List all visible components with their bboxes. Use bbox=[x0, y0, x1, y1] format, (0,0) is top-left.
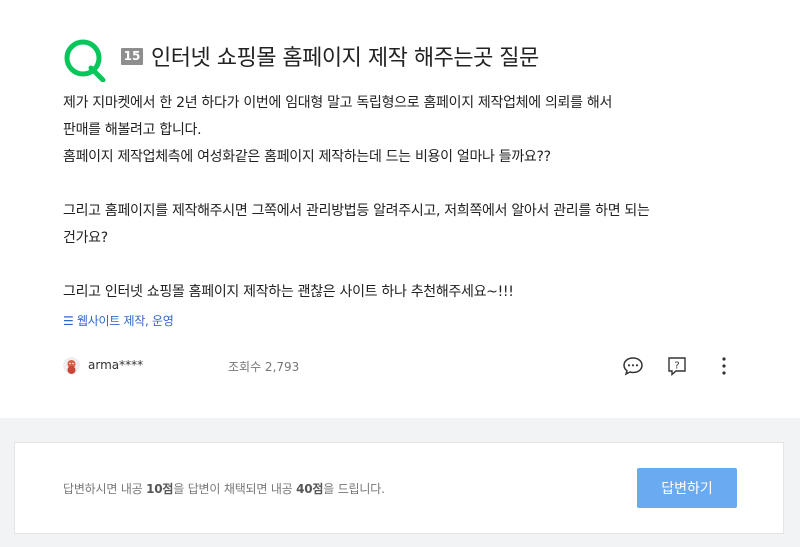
body-line: 그리고 인터넷 쇼핑몰 홈페이지 제작하는 괜찮은 사이트 하나 추천해주세요~… bbox=[63, 284, 514, 300]
answer-points-info: 답변하시면 내공 10점을 답변이 채택되면 내공 40점을 드립니다. bbox=[63, 480, 385, 497]
answer-prompt-box: 답변하시면 내공 10점을 답변이 채택되면 내공 40점을 드립니다. 답변하… bbox=[14, 442, 784, 534]
author-name[interactable]: arma**** bbox=[88, 358, 143, 372]
menu-icon: ☰ bbox=[63, 314, 77, 328]
q-logo-icon bbox=[64, 39, 106, 82]
svg-text:?: ? bbox=[674, 361, 679, 372]
body-line: 판매를 해볼려고 합니다. bbox=[63, 122, 202, 138]
view-count: 조회수 2,793 bbox=[228, 360, 300, 374]
avatar[interactable] bbox=[63, 357, 80, 374]
question-report-icon[interactable]: ? bbox=[666, 355, 688, 377]
question-title: 인터넷 쇼핑몰 홈페이지 제작 해주는곳 질문 bbox=[151, 46, 539, 71]
body-line: 건가요? bbox=[63, 230, 108, 246]
category-tag-label: 웹사이트 제작, 운영 bbox=[76, 314, 174, 328]
comment-icon[interactable] bbox=[622, 355, 644, 377]
question-body: 제가 지마켓에서 한 2년 하다가 이번에 임대형 말고 독립형으로 홈페이지 … bbox=[63, 90, 753, 306]
question-title-row: 15 인터넷 쇼핑몰 홈페이지 제작 해주는곳 질문 bbox=[121, 40, 539, 72]
body-line: 그리고 홈페이지를 제작해주시면 그쪽에서 관리방법등 알려주시고, 저희쪽에서… bbox=[63, 203, 650, 219]
answer-button[interactable]: 답변하기 bbox=[637, 468, 737, 508]
info-text: 을 답변이 채택되면 내공 bbox=[173, 482, 297, 496]
body-line: 제가 지마켓에서 한 2년 하다가 이번에 임대형 말고 독립형으로 홈페이지 … bbox=[63, 95, 613, 111]
question-meta: arma**** 조회수 2,793 ? bbox=[63, 355, 743, 377]
info-text: 을 드립니다. bbox=[323, 482, 385, 496]
age-badge: 15 bbox=[121, 47, 143, 65]
points-selected: 40점 bbox=[296, 482, 324, 496]
category-tag[interactable]: ☰ 웹사이트 제작, 운영 bbox=[63, 312, 174, 329]
more-options-icon[interactable] bbox=[713, 355, 735, 377]
body-line: 홈페이지 제작업체측에 여성화같은 홈페이지 제작하는데 드는 비용이 얼마나 … bbox=[63, 149, 551, 165]
info-text: 답변하시면 내공 bbox=[63, 482, 147, 496]
points-answer: 10점 bbox=[146, 482, 174, 496]
